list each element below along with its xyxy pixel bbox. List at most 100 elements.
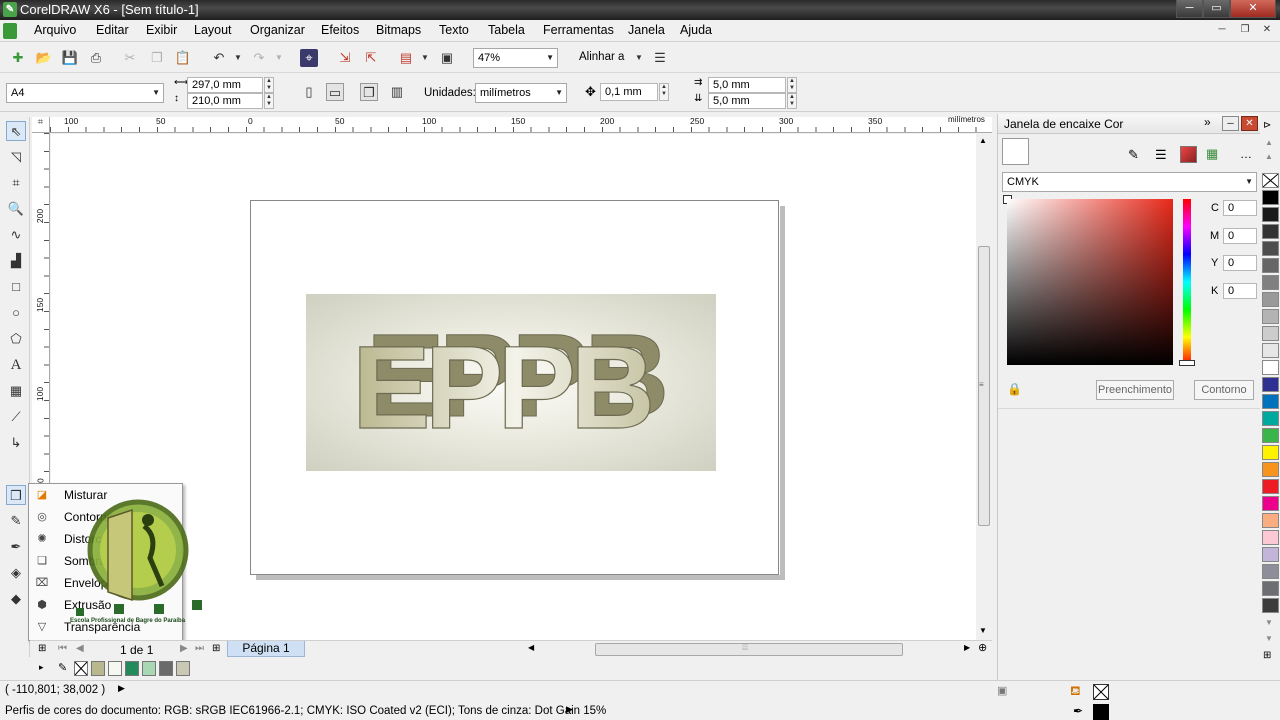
- cut-icon[interactable]: ✂: [121, 49, 139, 67]
- interactive-fill-icon[interactable]: ◆: [6, 589, 26, 609]
- portrait-icon[interactable]: ▯: [300, 83, 318, 101]
- smart-fill-icon[interactable]: ▟: [6, 251, 26, 271]
- hue-slider[interactable]: [1183, 199, 1191, 365]
- launcher-dropdown-icon[interactable]: ▼: [416, 49, 434, 67]
- page-size-select[interactable]: A4 ▼: [6, 83, 164, 103]
- palette-color-swatch[interactable]: [1262, 258, 1279, 273]
- doc-restore-icon[interactable]: ❐: [1238, 23, 1252, 37]
- page-width-input[interactable]: 297,0 mm: [187, 77, 263, 93]
- k-input[interactable]: 0: [1223, 283, 1257, 299]
- zoom-tool-icon[interactable]: 🔍: [6, 199, 26, 219]
- palette-color-swatch[interactable]: [1262, 207, 1279, 222]
- palette-color-swatch[interactable]: [1262, 224, 1279, 239]
- scroll-right-icon[interactable]: ▶: [964, 643, 970, 652]
- shape-tool-icon[interactable]: ◹: [6, 147, 26, 167]
- align-label[interactable]: Alinhar a: [579, 51, 624, 63]
- doc-close-icon[interactable]: ✕: [1260, 23, 1274, 37]
- nudge-spinner[interactable]: ▲ ▼: [659, 83, 669, 101]
- hscroll-thumb[interactable]: [595, 643, 903, 656]
- palette-color-swatch[interactable]: [1262, 411, 1279, 426]
- lock-icon[interactable]: 🔒: [1007, 382, 1022, 396]
- dimension-tool-icon[interactable]: ⟋: [6, 407, 26, 427]
- eyedropper-tool-icon[interactable]: ✎: [6, 511, 26, 531]
- minimize-icon[interactable]: ─: [1176, 0, 1203, 18]
- document-color-swatch[interactable]: [176, 661, 190, 676]
- palette-color-swatch[interactable]: [1262, 190, 1279, 205]
- docker-close-icon[interactable]: ✕: [1241, 116, 1258, 131]
- fill-none-indicator[interactable]: [1093, 684, 1109, 700]
- outline-pen-icon[interactable]: ✒: [1073, 704, 1083, 718]
- menu-janela[interactable]: Janela: [628, 23, 665, 37]
- palette-color-swatch[interactable]: [1262, 513, 1279, 528]
- table-tool-icon[interactable]: ▦: [6, 381, 26, 401]
- outline-black-indicator[interactable]: [1093, 704, 1109, 720]
- undo-dropdown-icon[interactable]: ▼: [229, 49, 247, 67]
- redo-dropdown-icon[interactable]: ▼: [270, 49, 288, 67]
- palette-color-swatch[interactable]: [1262, 564, 1279, 579]
- menu-tabela[interactable]: Tabela: [488, 23, 525, 37]
- doc-minimize-icon[interactable]: ─: [1215, 23, 1229, 37]
- palette-color-swatch[interactable]: [1262, 241, 1279, 256]
- navigator-icon[interactable]: ⊕: [978, 641, 987, 654]
- fullscreen-icon[interactable]: ▣: [438, 49, 456, 67]
- landscape-icon[interactable]: ▭: [326, 83, 344, 101]
- search-content-icon[interactable]: ⌖: [300, 49, 318, 67]
- color-viewer-icon[interactable]: [1180, 146, 1197, 163]
- palette-color-swatch[interactable]: [1262, 394, 1279, 409]
- palette-color-swatch[interactable]: [1262, 445, 1279, 460]
- menu-bitmaps[interactable]: Bitmaps: [376, 23, 421, 37]
- palette-color-swatch[interactable]: [1262, 462, 1279, 477]
- menu-texto[interactable]: Texto: [439, 23, 469, 37]
- copy-icon[interactable]: ❐: [148, 49, 166, 67]
- menu-ferramentas[interactable]: Ferramentas: [543, 23, 614, 37]
- outline-button[interactable]: Contorno: [1194, 380, 1254, 400]
- outline-pen-icon[interactable]: ✒: [6, 537, 26, 557]
- rectangle-tool-icon[interactable]: □: [6, 277, 26, 297]
- palette-expand-icon[interactable]: ⊞: [1263, 650, 1271, 661]
- color-profile-info[interactable]: Perfis de cores do documento: RGB: sRGB …: [5, 705, 606, 717]
- palette-scroll-down-icon[interactable]: ▼: [1265, 618, 1273, 627]
- palette-color-swatch[interactable]: [1262, 581, 1279, 596]
- menu-efeitos[interactable]: Efeitos: [321, 23, 359, 37]
- close-icon[interactable]: ✕: [1230, 0, 1276, 18]
- color-picker-area[interactable]: [1007, 199, 1173, 365]
- palette-color-swatch[interactable]: [1262, 326, 1279, 341]
- undo-icon[interactable]: ↶: [210, 49, 228, 67]
- paste-icon[interactable]: 📋: [174, 49, 192, 67]
- import-icon[interactable]: ⇲: [336, 49, 354, 67]
- pick-tool-icon[interactable]: ⇖: [6, 121, 26, 141]
- ruler-horizontal[interactable]: 100 50 0 50 100 150 200 250 300 350 milí…: [50, 115, 992, 133]
- menu-ajuda[interactable]: Ajuda: [680, 23, 712, 37]
- first-page-icon[interactable]: ⏮: [58, 643, 67, 654]
- m-input[interactable]: 0: [1223, 228, 1257, 244]
- eppb-artwork[interactable]: EPPB EPPB: [306, 294, 716, 471]
- document-color-swatch[interactable]: [91, 661, 105, 676]
- menu-exibir[interactable]: Exibir: [146, 23, 177, 37]
- menu-organizar[interactable]: Organizar: [250, 23, 305, 37]
- current-page-icon[interactable]: ▥: [388, 83, 406, 101]
- menu-layout[interactable]: Layout: [194, 23, 232, 37]
- connector-tool-icon[interactable]: ↳: [6, 433, 26, 453]
- palette-color-swatch[interactable]: [1262, 360, 1279, 375]
- add-page-after-icon[interactable]: ⊞: [212, 643, 220, 654]
- scroll-left-icon[interactable]: ◀: [528, 643, 534, 652]
- document-color-swatch[interactable]: [108, 661, 122, 676]
- print-icon[interactable]: ⎙: [87, 49, 105, 67]
- c-input[interactable]: 0: [1223, 200, 1257, 216]
- menu-editar[interactable]: Editar: [96, 23, 129, 37]
- redo-icon[interactable]: ↷: [250, 49, 268, 67]
- snap-icon[interactable]: ▣: [997, 684, 1007, 697]
- width-spinner[interactable]: ▲ ▼: [264, 77, 274, 93]
- height-spinner[interactable]: ▲ ▼: [264, 93, 274, 109]
- all-pages-icon[interactable]: ❐: [360, 83, 378, 101]
- polygon-tool-icon[interactable]: ⬠: [6, 329, 26, 349]
- document-color-swatch[interactable]: [159, 661, 173, 676]
- options-icon[interactable]: ☰: [651, 49, 669, 67]
- palette-up-icon[interactable]: ⊳: [1263, 120, 1271, 131]
- vertical-scrollbar[interactable]: ▲ ≡ ▼: [976, 134, 992, 640]
- duplicate-y-input[interactable]: 5,0 mm: [708, 93, 786, 109]
- expand-icon[interactable]: ▶: [118, 683, 125, 694]
- palette-no-color[interactable]: [1262, 173, 1279, 188]
- y-input[interactable]: 0: [1223, 255, 1257, 271]
- open-icon[interactable]: 📂: [35, 49, 53, 67]
